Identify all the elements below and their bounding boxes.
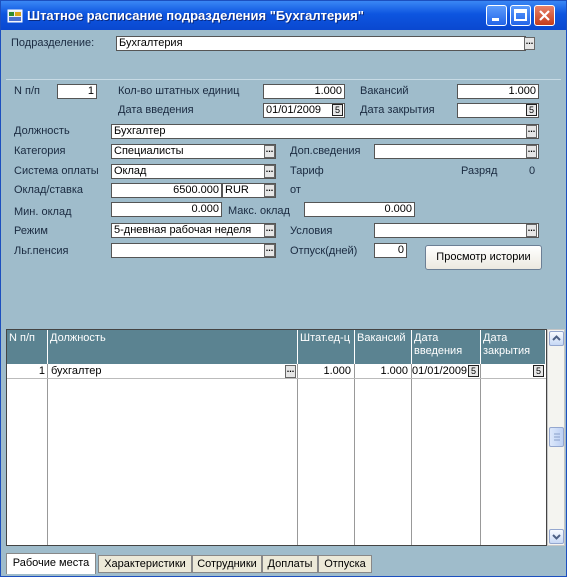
category-lookup-button[interactable]: ... — [264, 145, 275, 158]
category-field[interactable]: Специалисты — [111, 144, 276, 159]
extra-info-lookup-button[interactable]: ... — [526, 145, 537, 158]
minimize-icon — [492, 18, 499, 21]
column-divider — [354, 364, 355, 545]
vacation-days-field[interactable]: 0 — [374, 243, 407, 258]
units-field[interactable]: 1.000 — [263, 84, 345, 99]
table-cell[interactable]: 1.000 — [300, 365, 351, 378]
npp-label: N п/п — [14, 85, 40, 97]
max-salary-field[interactable]: 0.000 — [304, 202, 415, 217]
conditions-label: Условия — [290, 225, 333, 237]
tab-vacations[interactable]: Отпуска — [318, 555, 372, 573]
mode-field[interactable]: 5-дневная рабочая неделя — [111, 223, 276, 238]
calendar-icon[interactable]: 5 — [468, 365, 479, 377]
divider — [6, 79, 561, 80]
pension-label: Льг.пенсия — [14, 245, 69, 257]
extra-info-label: Доп.сведения — [290, 145, 361, 157]
date-close-label: Дата закрытия — [360, 104, 435, 116]
extra-info-field[interactable] — [374, 144, 539, 159]
calendar-icon[interactable]: 5 — [332, 104, 343, 116]
column-header[interactable]: N п/п — [7, 330, 48, 364]
maximize-icon — [514, 9, 527, 21]
scroll-thumb[interactable] — [549, 427, 564, 447]
app-icon — [7, 9, 23, 23]
table-cell[interactable]: 01/01/2009 — [412, 365, 467, 378]
npp-field[interactable]: 1 — [57, 84, 97, 99]
mode-lookup-button[interactable]: ... — [264, 224, 275, 237]
pay-system-lookup-button[interactable]: ... — [264, 165, 275, 178]
window-title: Штатное расписание подразделения "Бухгал… — [27, 8, 364, 23]
conditions-field[interactable] — [374, 223, 539, 238]
column-header[interactable]: Штат.ед-ц — [298, 330, 355, 364]
tab-employees[interactable]: Сотрудники — [192, 555, 262, 573]
column-divider — [47, 364, 48, 545]
column-header[interactable]: Дата закрытия — [481, 330, 546, 364]
calendar-icon[interactable]: 5 — [526, 104, 537, 116]
min-salary-label: Мин. оклад — [14, 206, 72, 218]
close-button[interactable] — [534, 5, 555, 26]
grip-icon — [554, 433, 560, 441]
currency-lookup-button[interactable]: ... — [264, 184, 275, 197]
view-history-button[interactable]: Просмотр истории — [425, 245, 542, 270]
salary-field[interactable]: 6500.000 — [111, 183, 222, 198]
vertical-scrollbar[interactable] — [547, 329, 565, 546]
column-divider — [411, 364, 412, 545]
table-cell[interactable]: бухгалтер — [51, 365, 281, 378]
positions-table: N п/п Должность Штат.ед-ц Вакансий Дата … — [6, 329, 547, 546]
close-icon — [539, 10, 550, 21]
vacancies-label: Вакансий — [360, 85, 409, 97]
department-lookup-button[interactable]: ... — [524, 37, 535, 50]
scroll-down-button[interactable] — [549, 529, 564, 544]
position-field[interactable]: Бухгалтер — [111, 124, 539, 139]
grade-label: Разряд — [461, 165, 498, 177]
column-header[interactable]: Дата введения — [412, 330, 481, 364]
column-header[interactable]: Должность — [48, 330, 298, 364]
title-bar[interactable]: Штатное расписание подразделения "Бухгал… — [1, 1, 566, 30]
table-cell[interactable] — [483, 365, 533, 378]
department-field[interactable]: Бухгалтерия — [116, 36, 526, 51]
salary-label: Оклад/ставка — [14, 184, 84, 196]
department-label: Подразделение: — [11, 37, 95, 49]
table-cell[interactable]: 1 — [7, 365, 45, 378]
vacation-days-label: Отпуск(дней) — [290, 245, 358, 257]
table-row[interactable] — [7, 378, 546, 379]
tariff-label: Тариф — [290, 165, 324, 177]
tab-characteristics[interactable]: Характеристики — [98, 555, 192, 573]
pension-lookup-button[interactable]: ... — [264, 244, 275, 257]
date-in-label: Дата введения — [118, 104, 194, 116]
units-label: Кол-во штатных единиц — [118, 85, 240, 97]
pay-system-label: Система оплаты — [14, 165, 99, 177]
maximize-button[interactable] — [510, 5, 531, 26]
row-lookup-button[interactable]: ... — [285, 365, 296, 378]
scroll-up-button[interactable] — [549, 331, 564, 346]
min-salary-field[interactable]: 0.000 — [111, 202, 222, 217]
column-divider — [297, 364, 298, 545]
column-header[interactable]: Вакансий — [355, 330, 412, 364]
vacancies-field[interactable]: 1.000 — [457, 84, 539, 99]
tab-workplaces[interactable]: Рабочие места — [6, 553, 96, 574]
calendar-icon[interactable]: 5 — [533, 365, 544, 377]
category-label: Категория — [14, 145, 66, 157]
grade-value: 0 — [529, 165, 536, 177]
main-window: Штатное расписание подразделения "Бухгал… — [0, 0, 567, 577]
pension-field[interactable] — [111, 243, 276, 258]
chevron-up-icon — [552, 335, 561, 341]
pay-system-field[interactable]: Оклад — [111, 164, 276, 179]
mode-label: Режим — [14, 225, 48, 237]
tab-surcharges[interactable]: Доплаты — [262, 555, 318, 573]
minimize-button[interactable] — [486, 5, 507, 26]
column-divider — [480, 364, 481, 545]
chevron-down-icon — [552, 534, 561, 540]
department-header: Подразделение: Бухгалтерия ... — [6, 31, 561, 80]
from-label: от — [290, 184, 301, 196]
conditions-lookup-button[interactable]: ... — [526, 224, 537, 237]
table-cell[interactable]: 1.000 — [357, 365, 408, 378]
position-lookup-button[interactable]: ... — [526, 125, 537, 138]
max-salary-label: Макс. оклад — [228, 205, 290, 217]
position-label: Должность — [14, 125, 70, 137]
